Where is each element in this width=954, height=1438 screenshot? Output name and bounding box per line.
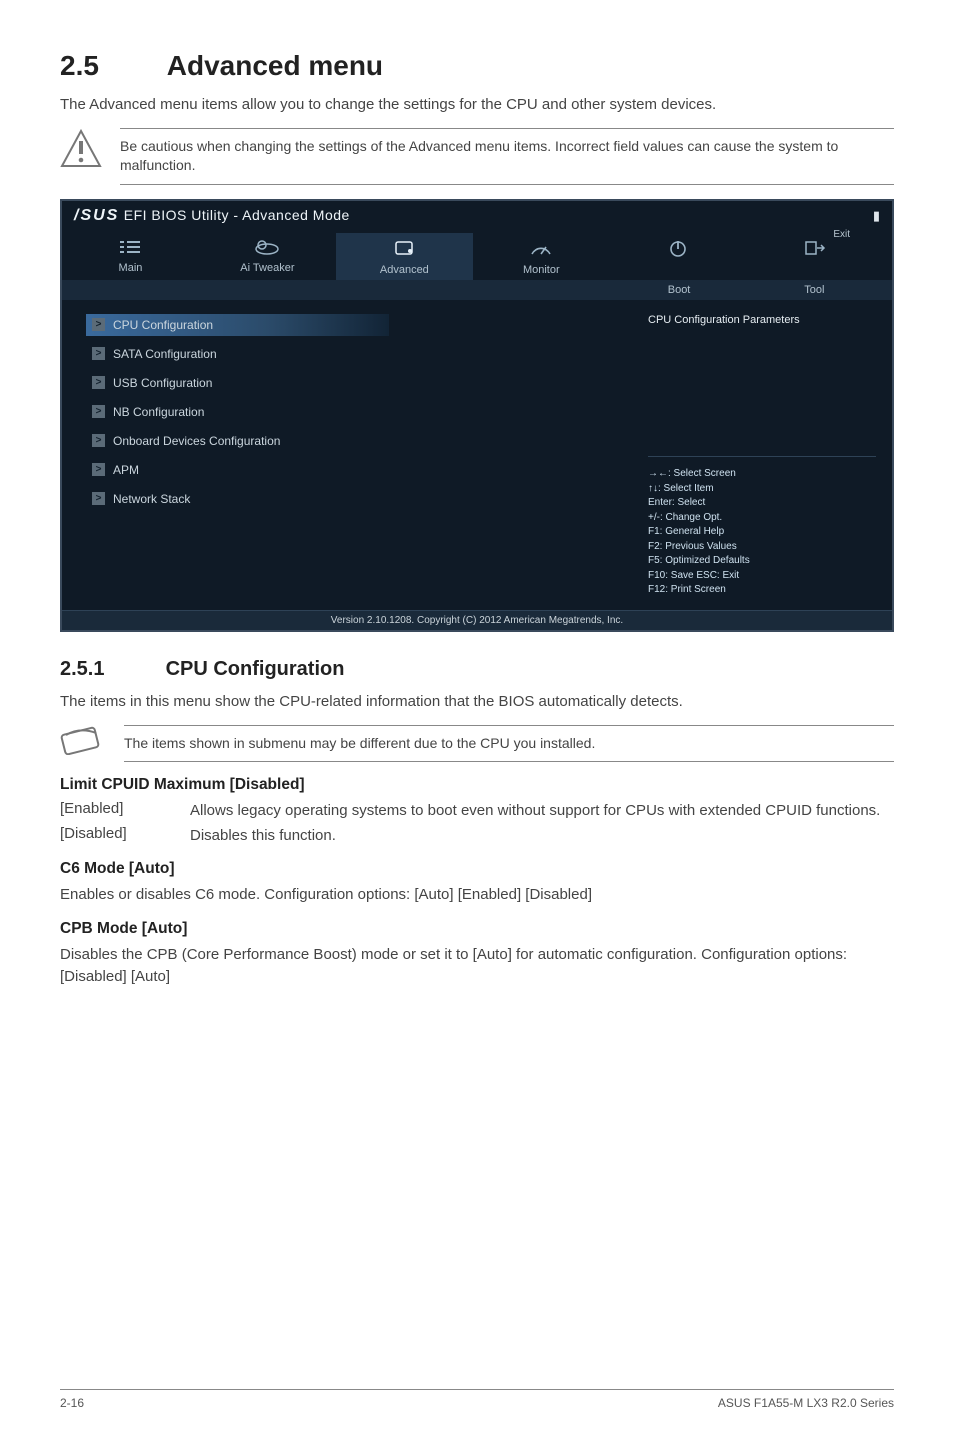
menu-label: APM <box>113 463 139 477</box>
menu-item-onboard-devices[interactable]: > Onboard Devices Configuration <box>86 430 608 452</box>
def-term: [Disabled] <box>60 825 190 846</box>
section-heading: 2.5 Advanced menu <box>60 50 894 82</box>
note-icon <box>60 725 106 755</box>
help-line: ↑↓: Select Item <box>648 482 876 497</box>
tab-boot[interactable]: Boot <box>611 280 746 300</box>
menu-label: Onboard Devices Configuration <box>113 434 280 448</box>
subsection-title: CPU Configuration <box>166 658 345 680</box>
chevron-right-icon: > <box>92 376 105 389</box>
bios-tabs-row1: Main Ai Tweaker Advanced Monitor <box>62 225 892 280</box>
help-line: →←: Select Screen <box>648 467 876 482</box>
help-line: Enter: Select <box>648 496 876 511</box>
tab-label: Boot <box>668 284 691 296</box>
help-line: F5: Optimized Defaults <box>648 554 876 569</box>
tab-tool[interactable]: Tool <box>747 280 882 300</box>
menu-label: USB Configuration <box>113 376 212 390</box>
tab-label: Monitor <box>523 264 560 276</box>
bios-menu-list: > CPU Configuration > SATA Configuration >… <box>62 300 632 610</box>
menu-item-usb-configuration[interactable]: > USB Configuration <box>86 372 608 394</box>
caution-block: Be cautious when changing the settings o… <box>60 128 894 185</box>
menu-label: Network Stack <box>113 492 190 506</box>
section-intro: The Advanced menu items allow you to cha… <box>60 94 894 116</box>
tab-exit[interactable] <box>747 233 884 280</box>
help-line: F1: General Help <box>648 525 876 540</box>
warning-icon <box>60 128 102 170</box>
info-text: The items shown in submenu may be differ… <box>124 725 894 763</box>
menu-item-nb-configuration[interactable]: > NB Configuration <box>86 401 608 423</box>
bios-right-panel: CPU Configuration Parameters →←: Select … <box>632 300 892 610</box>
flag-icon: ▮ <box>873 208 880 224</box>
bios-screenshot: /SUS EFI BIOS Utility - Advanced Mode ▮ … <box>60 199 894 632</box>
subsection-intro: The items in this menu show the CPU-rela… <box>60 691 894 713</box>
menu-label: CPU Configuration <box>113 318 213 332</box>
menu-label: SATA Configuration <box>113 347 217 361</box>
right-panel-title: CPU Configuration Parameters <box>648 314 876 326</box>
menu-item-sata-configuration[interactable]: > SATA Configuration <box>86 343 608 365</box>
chevron-right-icon: > <box>92 463 105 476</box>
bios-logo-suffix: EFI BIOS Utility - Advanced Mode <box>124 207 350 223</box>
chevron-right-icon: > <box>92 492 105 505</box>
bios-footer: Version 2.10.1208. Copyright (C) 2012 Am… <box>62 610 892 630</box>
menu-label: NB Configuration <box>113 405 204 419</box>
section-title: Advanced menu <box>167 50 383 81</box>
page-number: 2-16 <box>60 1396 84 1410</box>
gauge-icon <box>473 239 610 260</box>
menu-item-apm[interactable]: > APM <box>86 459 608 481</box>
help-line: F12: Print Screen <box>648 583 876 598</box>
def-row: [Enabled] Allows legacy operating system… <box>60 800 894 821</box>
tab-ai-tweaker[interactable]: Ai Tweaker <box>199 233 336 280</box>
chevron-right-icon: > <box>92 318 105 331</box>
caution-text: Be cautious when changing the settings o… <box>120 128 894 185</box>
tab-label: Main <box>119 262 143 274</box>
bios-body: > CPU Configuration > SATA Configuration >… <box>62 300 892 610</box>
def-desc: Disables this function. <box>190 825 894 846</box>
tab-label: Ai Tweaker <box>240 262 294 274</box>
tab-monitor[interactable]: Monitor <box>473 233 610 280</box>
chevron-right-icon: > <box>92 405 105 418</box>
product-name: ASUS F1A55-M LX3 R2.0 Series <box>718 1396 894 1410</box>
def-row: [Disabled] Disables this function. <box>60 825 894 846</box>
def-desc: Allows legacy operating systems to boot … <box>190 800 894 821</box>
chip-icon <box>336 239 473 260</box>
menu-item-cpu-configuration[interactable]: > CPU Configuration <box>86 314 389 336</box>
bios-logo: /SUS EFI BIOS Utility - Advanced Mode <box>74 207 350 225</box>
help-line: F2: Previous Values <box>648 540 876 555</box>
section-number: 2.5 <box>60 50 160 82</box>
def-term: [Enabled] <box>60 800 190 821</box>
tab-label: Tool <box>804 284 824 296</box>
tab-main[interactable]: Main <box>62 233 199 280</box>
tab-label: Advanced <box>380 264 429 276</box>
bios-logo-brand: /SUS <box>74 207 119 224</box>
tab-power[interactable] <box>610 233 747 280</box>
item-text-c6: Enables or disables C6 mode. Configurati… <box>60 884 894 906</box>
item-heading-c6: C6 Mode [Auto] <box>60 860 894 878</box>
item-heading-limit-cpuid: Limit CPUID Maximum [Disabled] <box>60 776 894 794</box>
chevron-right-icon: > <box>92 347 105 360</box>
help-line: +/-: Change Opt. <box>648 511 876 526</box>
chevron-right-icon: > <box>92 434 105 447</box>
bios-help: →←: Select Screen ↑↓: Select Item Enter:… <box>648 456 876 598</box>
item-text-cpb: Disables the CPB (Core Performance Boost… <box>60 944 894 988</box>
bios-tabs-row2: Boot Tool <box>62 280 892 300</box>
info-block: The items shown in submenu may be differ… <box>60 725 894 763</box>
item-heading-cpb: CPB Mode [Auto] <box>60 920 894 938</box>
subsection-heading: 2.5.1 CPU Configuration <box>60 658 894 681</box>
cloud-icon <box>199 239 336 258</box>
subsection-number: 2.5.1 <box>60 658 160 681</box>
power-icon <box>610 239 747 260</box>
tab-advanced[interactable]: Advanced <box>336 233 473 280</box>
help-line: F10: Save ESC: Exit <box>648 569 876 584</box>
page-footer: 2-16 ASUS F1A55-M LX3 R2.0 Series <box>60 1389 894 1410</box>
menu-item-network-stack[interactable]: > Network Stack <box>86 488 608 510</box>
list-icon <box>62 239 199 258</box>
bios-titlebar: /SUS EFI BIOS Utility - Advanced Mode ▮ <box>62 201 892 225</box>
exit-icon <box>747 239 884 260</box>
